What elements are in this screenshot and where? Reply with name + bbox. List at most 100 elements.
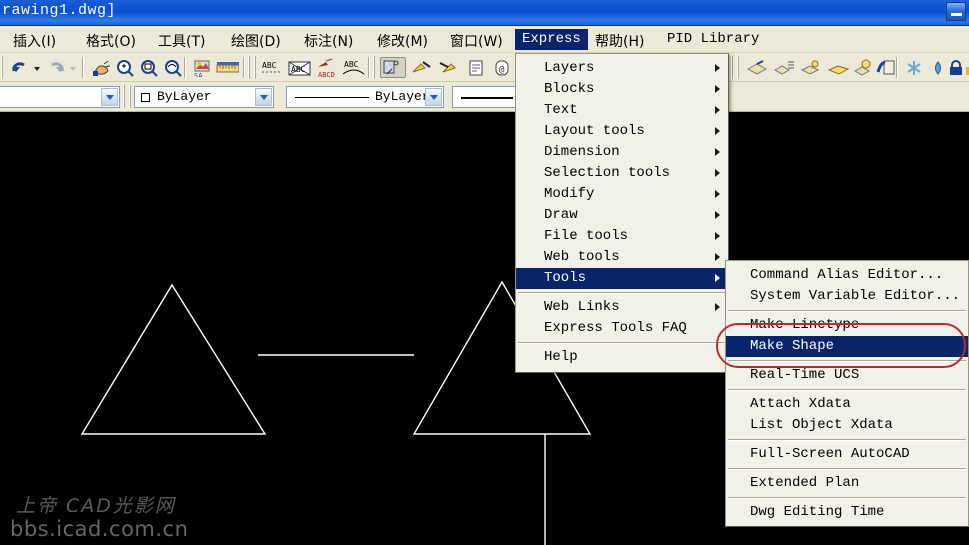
zoom-previous-icon[interactable] [161,57,183,78]
toolbar-grip[interactable] [0,56,5,79]
submenu-item-label: Make Linetype [750,317,859,333]
toolbar-grip[interactable] [247,56,252,79]
menu-item-help[interactable]: Help [516,347,728,368]
zoom-realtime-icon[interactable] [113,57,135,78]
ruler-icon[interactable] [214,57,240,78]
menu-express[interactable]: Express [515,29,588,50]
redo-dropdown-icon[interactable] [66,57,78,78]
linetype-combo[interactable]: ByLayer [286,86,444,108]
menu-item-dimension[interactable]: Dimension [516,142,728,163]
menu-item-label: Blocks [544,81,594,97]
chevron-right-icon [715,274,720,282]
menu-item-tools[interactable]: Tools [516,268,728,289]
linetype-preview [295,97,369,98]
toolbar-grip[interactable] [253,56,258,79]
toolbar-grip[interactable] [736,56,741,79]
arc-aligned-text-icon[interactable]: ABC [340,57,366,78]
flatten-icon[interactable] [436,57,462,78]
menu-help[interactable]: 帮助(H) [588,29,651,50]
menu-dimension[interactable]: 标注(N) [297,29,360,50]
menu-item-selection-tools[interactable]: Selection tools [516,163,728,184]
menu-separator [518,292,726,294]
submenu-item-full-screen-autocad[interactable]: Full-Screen AutoCAD [726,444,968,465]
submenu-item-make-shape[interactable]: Make Shape [726,336,968,357]
menu-insert[interactable]: 插入(I) [6,29,63,50]
submenu-item-label: Dwg Editing Time [750,504,884,520]
extended-clip-icon[interactable] [408,57,434,78]
menu-item-layers[interactable]: Layers [516,58,728,79]
chevron-right-icon [715,232,720,240]
svg-text:ABC: ABC [262,61,277,70]
chevron-down-icon[interactable] [425,88,442,106]
menu-modify[interactable]: 修改(M) [370,29,435,50]
undo-icon[interactable] [8,57,30,78]
menu-item-file-tools[interactable]: File tools [516,226,728,247]
menu-item-web-tools[interactable]: Web tools [516,247,728,268]
submenu-item-attach-xdata[interactable]: Attach Xdata [726,394,968,415]
list-xdata-icon[interactable]: @ [490,57,514,78]
menu-item-text[interactable]: Text [516,100,728,121]
color-combo[interactable]: ByLayer [134,86,274,108]
layer-match-icon[interactable] [771,57,797,78]
layer-merge-icon[interactable] [874,57,896,78]
submenu-item-label: Make Shape [750,338,834,354]
layer-manager-icon[interactable] [744,57,770,78]
attach-xdata-icon[interactable] [464,57,488,78]
undo-dropdown-icon[interactable] [30,57,42,78]
pan-realtime-icon[interactable] [89,57,111,78]
explode-text-icon[interactable]: ABCD [313,57,339,78]
copy-nested-icon[interactable] [380,57,406,78]
submenu-item-dwg-editing-time[interactable]: Dwg Editing Time [726,502,968,523]
submenu-item-label: Extended Plan [750,475,859,491]
menu-item-draw[interactable]: Draw [516,205,728,226]
menu-item-label: Web Links [544,299,620,315]
menu-tools[interactable]: 工具(T) [151,29,212,50]
color-swatch [141,93,150,102]
minimize-button[interactable] [946,2,966,21]
menu-pid-library[interactable]: PID Library [660,29,766,50]
submenu-item-make-linetype[interactable]: Make Linetype [726,315,968,336]
menu-item-label: Layers [544,60,594,76]
text-mask-icon[interactable]: ABC [286,57,312,78]
toolbar-grip[interactable] [122,85,127,108]
submenu-item-extended-plan[interactable]: Extended Plan [726,473,968,494]
layer-isolate-icon[interactable] [798,57,824,78]
express-dropdown-menu: Layers Blocks Text Layout tools Dimensio… [515,53,729,373]
menu-format[interactable]: 格式(O) [79,29,143,50]
chevron-down-icon[interactable] [255,88,272,106]
layer-combo[interactable] [0,86,120,108]
submenu-item-list-object-xdata[interactable]: List Object Xdata [726,415,968,436]
menu-item-web-links[interactable]: Web Links [516,297,728,318]
menu-item-express-tools-faq[interactable]: Express Tools FAQ [516,318,728,339]
chevron-right-icon [715,190,720,198]
menu-item-blocks[interactable]: Blocks [516,79,728,100]
zoom-window-icon[interactable] [137,57,159,78]
menu-separator [728,360,966,362]
menu-item-label: Text [544,102,578,118]
layer-off-icon[interactable] [852,57,874,78]
toolbar-grip[interactable] [128,85,133,108]
menu-item-layout-tools[interactable]: Layout tools [516,121,728,142]
toolbar-grip[interactable] [372,56,377,79]
freeze-icon[interactable] [902,57,924,78]
menu-window[interactable]: 窗口(W) [443,29,510,50]
toolbar-grip[interactable] [730,56,735,79]
unlock-icon[interactable] [962,57,969,78]
submenu-item-command-alias-editor[interactable]: Command Alias Editor... [726,265,968,286]
text-fit-icon[interactable]: ABC [259,57,285,78]
menu-separator [728,497,966,499]
menu-item-modify[interactable]: Modify [516,184,728,205]
menu-item-label: File tools [544,228,628,244]
redo-icon[interactable] [44,57,66,78]
lineweight-preview [461,97,513,99]
svg-text:ABCD: ABCD [318,71,335,78]
layer-freeze-icon[interactable] [825,57,851,78]
chevron-down-icon[interactable] [101,88,118,106]
render-icon[interactable]: SA [190,57,212,78]
submenu-item-real-time-ucs[interactable]: Real-Time UCS [726,365,968,386]
menu-separator [728,439,966,441]
submenu-item-system-variable-editor[interactable]: System Variable Editor... [726,286,968,307]
chevron-right-icon [715,64,720,72]
submenu-item-label: Full-Screen AutoCAD [750,446,910,462]
menu-draw[interactable]: 绘图(D) [224,29,288,50]
